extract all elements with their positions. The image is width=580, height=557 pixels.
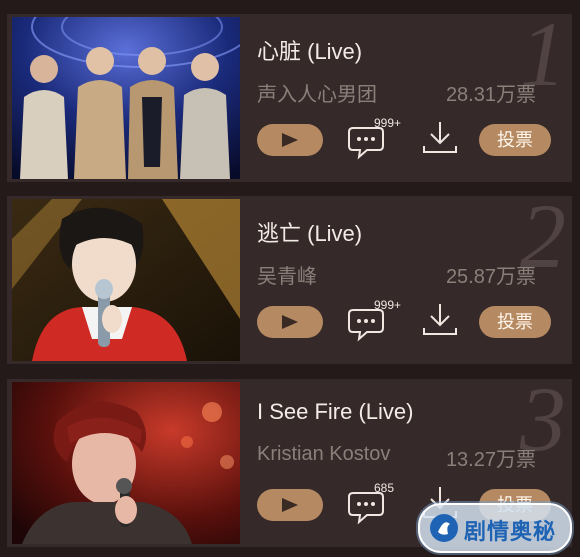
song-title[interactable]: I See Fire (Live) (257, 399, 414, 425)
comment-button[interactable]: 685 (347, 481, 417, 527)
comment-bubble-icon (348, 309, 384, 342)
play-icon (282, 498, 298, 512)
album-cover-image[interactable] (12, 17, 240, 179)
artist-name[interactable]: 声入人心男团 (257, 78, 377, 107)
play-button[interactable] (257, 124, 323, 156)
vote-button[interactable]: 投票 (479, 306, 551, 338)
vote-button[interactable]: 投票 (479, 124, 551, 156)
song-card-2[interactable]: 2 逃亡 (Live) 吴青峰 25.87万票 999+ 投票 (7, 196, 572, 364)
play-button[interactable] (257, 306, 323, 338)
comment-button[interactable]: 999+ (347, 298, 417, 344)
download-icon[interactable] (420, 300, 460, 340)
artist-name[interactable]: 吴青峰 (257, 260, 317, 289)
song-title[interactable]: 逃亡 (Live) (257, 216, 362, 248)
watermark-logo-icon (430, 514, 458, 542)
comment-bubble-icon (348, 127, 384, 160)
artist-name[interactable]: Kristian Kostov (257, 443, 390, 466)
comment-bubble-icon (348, 492, 384, 525)
play-icon (282, 133, 298, 147)
play-button[interactable] (257, 489, 323, 521)
comment-button[interactable]: 999+ (347, 116, 417, 162)
song-card-1[interactable]: 1 心脏 (Live) 声入人心男团 28.31万票 999+ 投票 (7, 14, 572, 182)
vote-count: 25.87万票 (445, 266, 536, 288)
download-icon[interactable] (420, 118, 460, 158)
vote-count: 13.27万票 (445, 449, 536, 471)
album-cover-image[interactable] (12, 382, 240, 544)
song-title[interactable]: 心脏 (Live) (257, 34, 362, 66)
watermark-text: 剧情奥秘 (464, 519, 557, 544)
vote-count: 28.31万票 (445, 84, 536, 106)
watermark-badge: 剧情奥秘 (418, 503, 572, 553)
album-cover-image[interactable] (12, 199, 240, 361)
play-icon (282, 315, 298, 329)
